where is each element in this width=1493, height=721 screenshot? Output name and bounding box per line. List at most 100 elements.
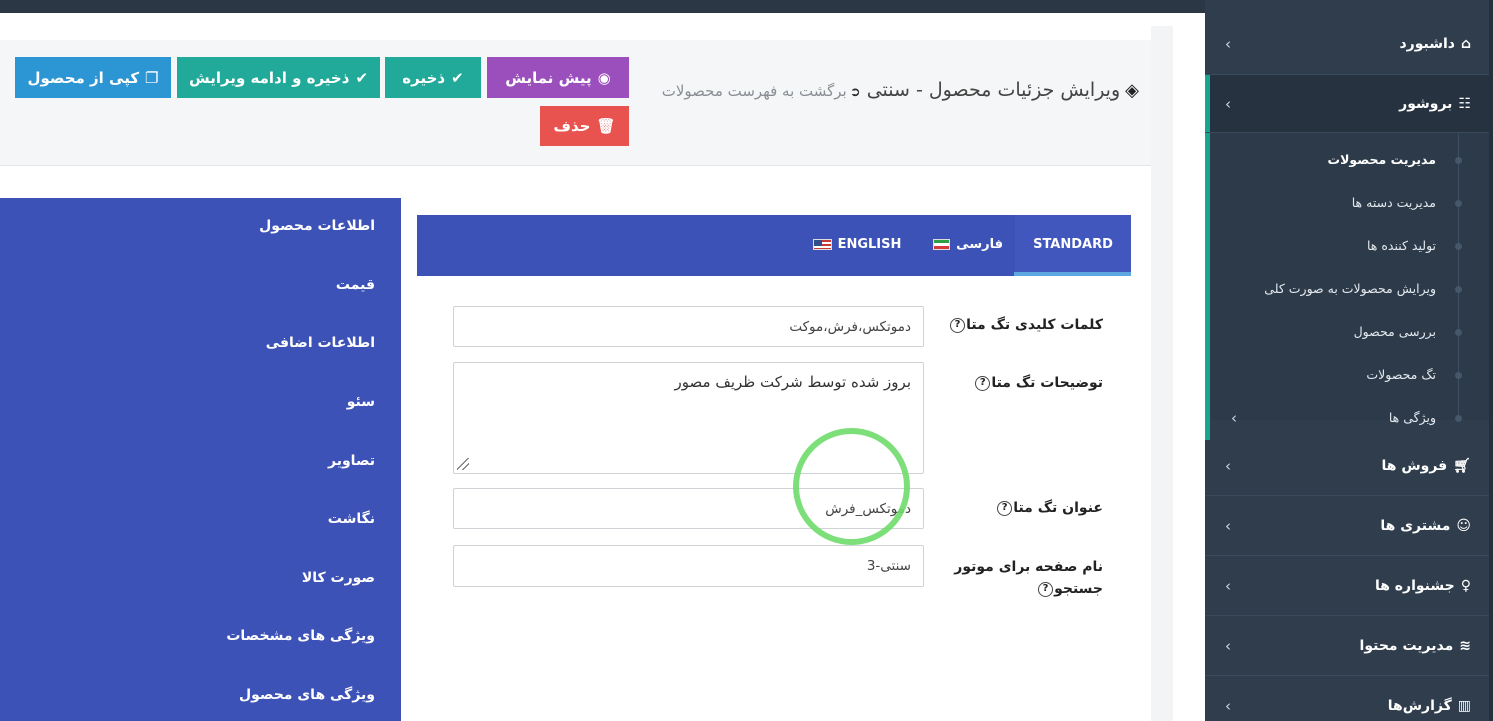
language-tabs: STANDARD فارسی ENGLISH: [417, 215, 1131, 276]
nav-extra-info[interactable]: اطلاعات اضافی: [266, 331, 375, 355]
sidebar-subitem-manufacturers[interactable]: تولید کننده ها: [1367, 233, 1436, 257]
label-text: نام صفحه برای موتور جستجو: [954, 559, 1103, 597]
bullet-icon: [1455, 372, 1462, 379]
nav-seo[interactable]: سئو: [347, 390, 375, 414]
sidebar-item-label: بروشور: [1399, 95, 1453, 112]
tab-farsi[interactable]: فارسی: [933, 215, 1003, 273]
nav-mapping[interactable]: نگاشت: [328, 507, 375, 531]
iran-flag-icon: [933, 238, 951, 250]
sidebar-subitem-bulk-edit[interactable]: ویرایش محصولات به صورت کلی: [1264, 276, 1436, 300]
textarea-value: بروز شده توسط شرکت ظریف مصور: [674, 373, 911, 391]
sidebar-item-label: فروش ها: [1381, 457, 1448, 474]
sidebar-item-label: گزارش‌ها: [1387, 698, 1452, 714]
meta-keywords-label: کلمات کلیدی تگ متا?: [950, 314, 1103, 336]
nav-price[interactable]: قیمت: [336, 273, 375, 297]
button-label: حذف: [553, 117, 591, 135]
copy-product-button[interactable]: ❐ کپی از محصول: [15, 57, 171, 98]
chevron-left-icon: ‹: [1225, 34, 1231, 53]
check-icon: ✔: [451, 68, 464, 87]
sidebar-subitem-product-tags[interactable]: تگ محصولات: [1366, 362, 1436, 386]
sidebar-item-dashboard[interactable]: ⌂ داشبورد ‹: [1205, 13, 1489, 75]
tab-label: STANDARD: [1033, 236, 1113, 252]
users-icon: ☺: [1456, 517, 1471, 534]
chevron-left-icon: ‹: [1225, 94, 1231, 113]
product-sections-nav: اطلاعات محصول قیمت اطلاعات اضافی سئو تصا…: [0, 198, 401, 721]
copy-icon: ❐: [145, 68, 159, 87]
label-text: کلمات کلیدی تگ متا: [966, 317, 1103, 333]
cube-icon: ◈: [1125, 80, 1139, 101]
sidebar-subitem-attributes[interactable]: ویژگی ها: [1389, 405, 1436, 429]
tab-standard[interactable]: STANDARD: [1015, 215, 1131, 273]
resize-handle-icon[interactable]: [457, 458, 469, 470]
trash-icon: 🗑︎: [596, 117, 616, 135]
nav-spec-attributes[interactable]: ویژگی های مشخصات: [226, 624, 375, 648]
top-bar: [0, 0, 1205, 13]
sitemap-icon: ☷: [1458, 95, 1471, 112]
sidebar-subitem-manage-categories[interactable]: مدیریت دسته ها: [1352, 190, 1436, 214]
nav-product-info[interactable]: اطلاعات محصول: [259, 214, 375, 238]
page-title-text: ویرایش جزئیات محصول - سنتی: [866, 79, 1121, 101]
bullet-icon: [1455, 157, 1462, 164]
bullet-icon: [1455, 415, 1462, 422]
eye-icon: ◉: [597, 68, 611, 87]
lightbulb-icon: ♀: [1460, 577, 1471, 594]
preview-button[interactable]: ◉ پیش نمایش: [487, 57, 629, 98]
layers-icon: ≋: [1459, 637, 1471, 654]
tab-label: فارسی: [956, 236, 1003, 252]
sidebar-item-customers[interactable]: ☺ مشتری ها ‹: [1205, 496, 1489, 556]
chevron-left-icon: ‹: [1225, 576, 1231, 595]
help-icon[interactable]: ?: [997, 500, 1013, 516]
bullet-icon: [1455, 200, 1462, 207]
sidebar-item-content[interactable]: ≋ مدیریت محتوا ‹: [1205, 616, 1489, 676]
chevron-left-icon: ‹: [1225, 456, 1231, 475]
chevron-left-icon: ‹: [1225, 697, 1231, 715]
button-label: ذخیره: [402, 68, 446, 87]
sidebar-subitem-manage-products[interactable]: مدیریت محصولات: [1328, 147, 1436, 171]
help-icon[interactable]: ?: [1038, 581, 1054, 597]
sidebar-scrollbar[interactable]: [1489, 0, 1493, 721]
sidebar-item-sales[interactable]: 🛒︎ فروش ها ‹: [1205, 436, 1489, 496]
admin-sidebar: ⌂ داشبورد ‹ ☷ بروشور ‹ مدیریت محصولات مدیر…: [1205, 0, 1493, 721]
cursor-highlight: [793, 428, 910, 545]
tab-label: ENGLISH: [837, 236, 902, 252]
usa-flag-icon: [812, 238, 832, 250]
sidebar-item-label: مشتری ها: [1380, 517, 1451, 534]
nav-product-attributes[interactable]: ویژگی های محصول: [239, 683, 375, 707]
button-label: کپی از محصول: [27, 68, 140, 87]
nav-bill-of-materials[interactable]: صورت کالا: [302, 566, 375, 590]
help-icon[interactable]: ?: [975, 375, 991, 391]
back-link-text: برگشت به فهرست محصولات: [661, 82, 847, 100]
sidebar-item-label: داشبورد: [1399, 35, 1455, 52]
button-label: پیش نمایش: [505, 68, 592, 87]
page-title: ◈ویرایش جزئیات محصول - سنتی ➲برگشت به فه…: [649, 78, 1139, 105]
bullet-icon: [1455, 243, 1462, 250]
help-icon[interactable]: ?: [950, 317, 966, 333]
tab-english[interactable]: ENGLISH: [809, 215, 905, 273]
save-continue-button[interactable]: ✔ ذخیره و ادامه ویرایش: [177, 57, 380, 98]
sidebar-item-label: مدیریت محتوا: [1359, 637, 1454, 654]
seo-name-label: نام صفحه برای موتور جستجو?: [953, 556, 1103, 600]
meta-description-label: توضیحات تگ متا?: [975, 372, 1103, 394]
sidebar-item-reports[interactable]: ▥ گزارش‌ها ‹: [1205, 676, 1489, 721]
label-text: عنوان تگ متا: [1013, 500, 1103, 516]
check-circle-icon: ✔: [355, 68, 369, 87]
chevron-left-icon: ‹: [1225, 516, 1231, 535]
seo-page-name-input[interactable]: سنتی-3: [453, 545, 924, 587]
bullet-icon: [1455, 329, 1462, 336]
chevron-left-icon: ‹: [1225, 636, 1231, 655]
meta-keywords-input[interactable]: دموتکس،فرش،موکت: [453, 306, 924, 347]
button-label: ذخیره و ادامه ویرایش: [189, 68, 350, 87]
sidebar-item-brochure[interactable]: ☷ بروشور ‹: [1205, 75, 1489, 133]
sidebar-item-festivals[interactable]: ♀ جشنواره ها ‹: [1205, 556, 1489, 616]
active-tab-underline: [1014, 272, 1131, 276]
sidebar-subitem-product-reviews[interactable]: بررسی محصول: [1354, 319, 1436, 343]
delete-button[interactable]: 🗑︎ حذف: [540, 106, 629, 146]
meta-title-label: عنوان تگ متا?: [997, 497, 1103, 519]
nav-images[interactable]: تصاویر: [328, 449, 375, 473]
chevron-left-icon: ‹: [1231, 409, 1237, 427]
back-to-list-link[interactable]: ➲برگشت به فهرست محصولات: [662, 82, 861, 100]
home-icon: ⌂: [1460, 35, 1471, 52]
bullet-icon: [1455, 286, 1462, 293]
save-button[interactable]: ✔ ذخیره: [385, 57, 481, 98]
content-gutter: [1151, 26, 1173, 721]
